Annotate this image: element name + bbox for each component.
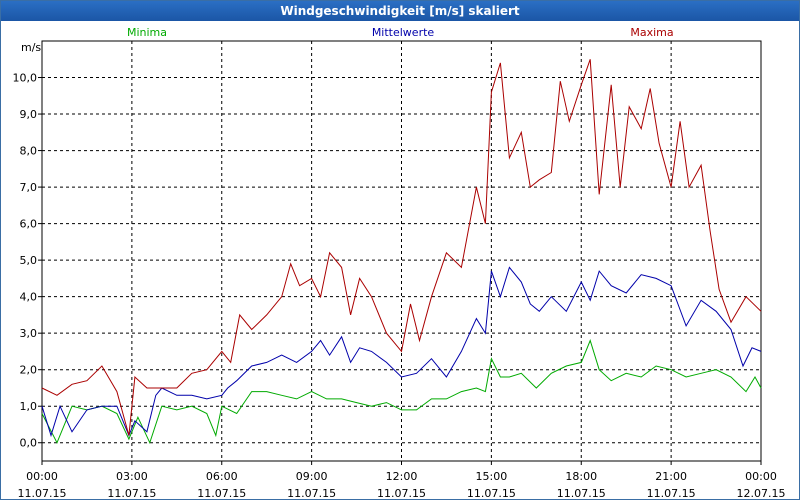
y-tick-label: 10,0 <box>13 72 38 85</box>
legend-mittelwerte: Mittelwerte <box>372 26 435 39</box>
y-axis-label: m/s <box>21 41 41 54</box>
line-chart: 0,0 1,0 2,0 3,0 4,0 5,0 6,0 7,0 8,0 9,0 10,0 m/s 00:… <box>13 26 786 499</box>
y-tick-label: 3,0 <box>20 327 38 340</box>
y-tick-label: 4,0 <box>20 291 38 304</box>
x-tick-date: 11.07.15 <box>287 487 336 499</box>
y-tick-label: 1,0 <box>20 400 38 413</box>
legend-minima: Minima <box>127 26 167 39</box>
x-tick-time: 15:00 <box>476 470 508 483</box>
x-tick-date: 11.07.15 <box>557 487 606 499</box>
x-tick-date: 11.07.15 <box>467 487 516 499</box>
x-tick-date: 11.07.15 <box>107 487 156 499</box>
x-tick-time: 21:00 <box>655 470 687 483</box>
y-tick-label: 2,0 <box>20 364 38 377</box>
y-tick-label: 9,0 <box>20 108 38 121</box>
y-tick-label: 0,0 <box>20 437 38 450</box>
x-tick-time: 03:00 <box>116 470 148 483</box>
legend-maxima: Maxima <box>630 26 673 39</box>
x-tick-time: 12:00 <box>386 470 418 483</box>
y-tick-label: 5,0 <box>20 254 38 267</box>
y-tick-label: 6,0 <box>20 218 38 231</box>
x-tick-date: 11.07.15 <box>197 487 246 499</box>
y-tick-label: 7,0 <box>20 181 38 194</box>
window-title: Windgeschwindigkeit [m/s] skaliert <box>1 1 799 21</box>
x-tick-time: 09:00 <box>296 470 328 483</box>
chart-window: Windgeschwindigkeit [m/s] skaliert 0,0 1,… <box>0 0 800 500</box>
x-tick-date: 11.07.15 <box>377 487 426 499</box>
x-tick-date: 11.07.15 <box>18 487 67 499</box>
y-tick-label: 8,0 <box>20 145 38 158</box>
x-tick-date: 11.07.15 <box>647 487 696 499</box>
x-tick-time: 00:00 <box>745 470 777 483</box>
x-tick-time: 06:00 <box>206 470 238 483</box>
x-tick-time: 00:00 <box>26 470 58 483</box>
x-tick-time: 18:00 <box>565 470 597 483</box>
x-tick-date: 12.07.15 <box>737 487 786 499</box>
